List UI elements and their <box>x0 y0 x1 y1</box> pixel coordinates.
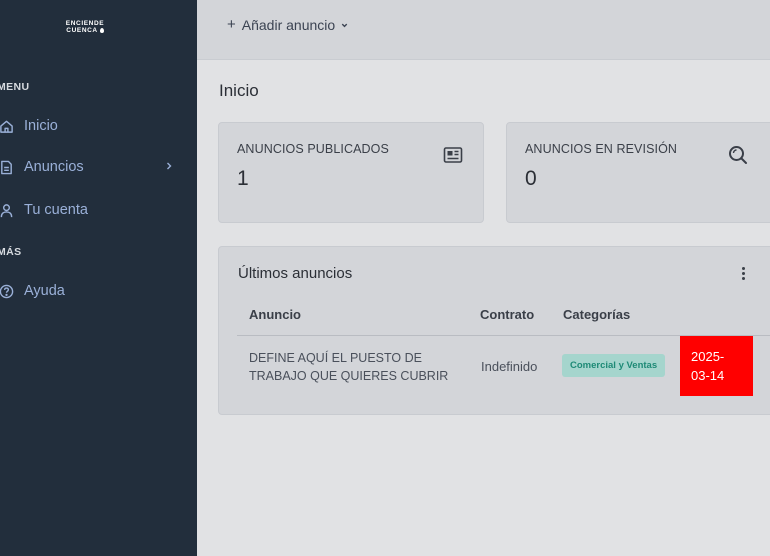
newspaper-icon <box>442 144 464 166</box>
logo-line1: ENCIENDE <box>65 20 105 27</box>
stat-card-revision: ANUNCIOS EN REVISIÓN 0 <box>506 122 770 223</box>
stat-value: 0 <box>525 167 537 190</box>
date-line1: 2025- <box>691 349 725 364</box>
add-anuncio-label: Añadir anuncio <box>241 16 336 33</box>
menu-section-title: MENU <box>0 81 30 93</box>
sidebar-item-anuncios[interactable]: Anuncios <box>0 152 197 182</box>
column-header-contrato[interactable]: Contrato <box>480 307 534 322</box>
sidebar-item-label: Inicio <box>24 118 58 134</box>
latest-ads-card: Últimos anuncios Anuncio Contrato Catego… <box>218 246 770 415</box>
sidebar-item-tu-cuenta[interactable]: Tu cuenta <box>0 195 197 225</box>
more-section-title: MÁS <box>0 246 22 258</box>
stat-value: 1 <box>237 167 249 190</box>
latest-ads-title: Últimos anuncios <box>238 265 353 282</box>
column-header-categorias[interactable]: Categorías <box>563 307 630 322</box>
sidebar-item-label: Tu cuenta <box>24 202 88 218</box>
date-line2: 03-14 <box>691 368 725 383</box>
category-badge: Comercial y Ventas <box>562 354 666 377</box>
sidebar-item-label: Ayuda <box>24 283 65 299</box>
stat-card-publicados: ANUNCIOS PUBLICADOS 1 <box>218 122 484 223</box>
flame-icon <box>99 28 104 33</box>
search-icon <box>727 144 749 166</box>
stat-label: ANUNCIOS EN REVISIÓN <box>525 142 678 156</box>
plus-icon: + <box>227 16 236 33</box>
chevron-down-icon <box>340 17 349 33</box>
home-icon <box>0 118 14 134</box>
contrato-cell: Indefinido <box>481 359 538 374</box>
sidebar-item-ayuda[interactable]: Ayuda <box>0 276 197 306</box>
page-title: Inicio <box>219 81 259 100</box>
sidebar-item-inicio[interactable]: Inicio <box>0 111 197 141</box>
user-icon <box>0 202 14 218</box>
logo[interactable]: ENCIENDE CUENCA <box>58 20 112 34</box>
sidebar-item-label: Anuncios <box>24 159 84 175</box>
sidebar: ENCIENDE CUENCA MENU Inicio Anuncios Tu … <box>0 0 197 556</box>
more-vertical-icon[interactable] <box>739 267 747 283</box>
column-header-anuncio[interactable]: Anuncio <box>249 307 301 322</box>
topbar: + Añadir anuncio <box>197 0 770 60</box>
stat-label: ANUNCIOS PUBLICADOS <box>237 142 389 156</box>
logo-line2: CUENCA <box>66 27 98 34</box>
add-anuncio-button[interactable]: + Añadir anuncio <box>227 16 349 33</box>
anuncio-title-link[interactable]: DEFINE AQUÍ EL PUESTO DE TRABAJO QUE QUI… <box>249 349 469 385</box>
chevron-right-icon <box>165 160 173 176</box>
document-icon <box>0 159 14 175</box>
date-cell: 2025- 03-14 <box>680 336 753 396</box>
help-circle-icon <box>0 283 14 299</box>
